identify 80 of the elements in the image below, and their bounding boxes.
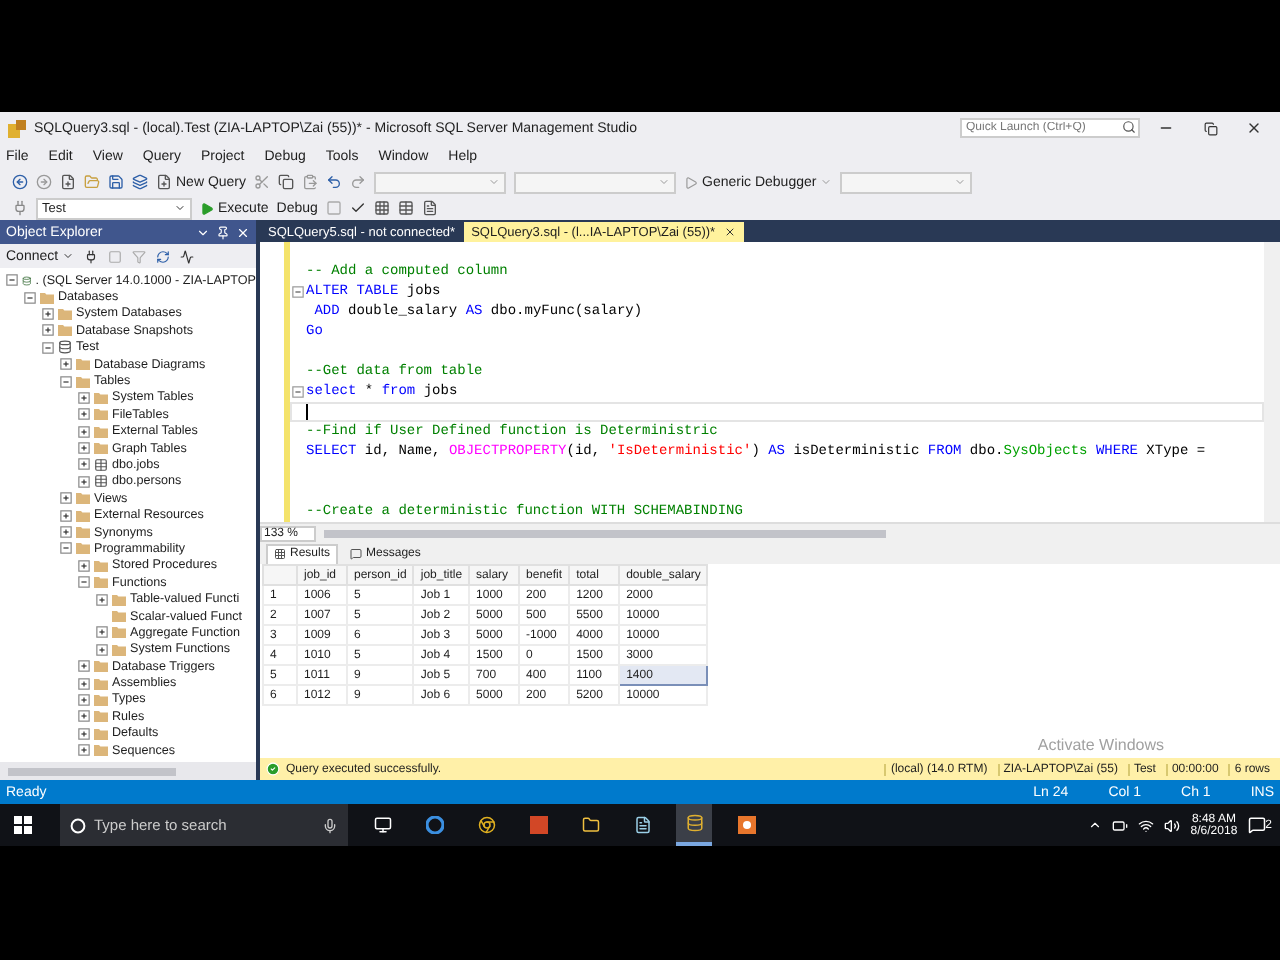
plug-icon[interactable] (84, 249, 99, 263)
expand-icon[interactable] (78, 559, 90, 572)
close-icon[interactable] (1246, 120, 1262, 136)
collapse-icon[interactable] (6, 274, 18, 287)
recorder-icon (737, 816, 755, 834)
activation-notice: Activate Windows (1037, 736, 1164, 754)
grid-icon[interactable] (274, 548, 286, 560)
collapse-icon[interactable] (42, 341, 54, 354)
success-icon (266, 762, 280, 776)
expand-icon[interactable] (78, 710, 90, 723)
message-icon[interactable] (350, 548, 363, 560)
caret-icon[interactable] (62, 250, 75, 262)
save-all-icon[interactable] (132, 174, 148, 190)
app-icon (8, 119, 26, 137)
expand-icon[interactable] (42, 307, 54, 320)
expand-icon[interactable] (78, 408, 90, 421)
expand-icon[interactable] (78, 693, 90, 706)
search-icon[interactable] (1122, 120, 1136, 134)
connect-icon[interactable] (12, 200, 28, 216)
expand-icon[interactable] (42, 324, 54, 337)
scrollbar[interactable] (0, 762, 256, 780)
chrome-icon[interactable] (477, 816, 495, 834)
server-icon (22, 273, 32, 288)
collapse-icon[interactable] (60, 375, 72, 388)
expand-icon[interactable] (78, 660, 90, 673)
document-icon[interactable] (633, 816, 651, 834)
expand-icon[interactable] (78, 425, 90, 438)
new-file-icon[interactable] (60, 174, 76, 190)
expand-icon[interactable] (78, 475, 90, 488)
database-icon[interactable] (685, 814, 703, 832)
battery-icon[interactable] (1112, 817, 1129, 833)
chevron-up-icon[interactable] (1088, 818, 1103, 832)
collapse-icon[interactable] (78, 576, 90, 589)
caret-icon[interactable] (174, 202, 186, 214)
scrollbar[interactable] (324, 529, 885, 537)
monitor-icon[interactable] (373, 816, 391, 834)
ring-icon (425, 816, 443, 834)
expand-icon[interactable] (60, 509, 72, 522)
wifi-icon[interactable] (1138, 817, 1155, 833)
save-icon[interactable] (108, 174, 124, 190)
folder-icon[interactable] (581, 816, 599, 834)
expand-icon[interactable] (78, 727, 90, 740)
database-icon (58, 340, 72, 355)
expand-icon[interactable] (60, 358, 72, 371)
refresh-icon[interactable] (156, 249, 171, 263)
expand-icon[interactable] (96, 593, 108, 606)
check-icon[interactable] (349, 200, 366, 216)
scrollbar[interactable] (1264, 242, 1280, 522)
expand-icon[interactable] (96, 626, 108, 639)
circle-icon (70, 817, 86, 833)
collapse-icon[interactable] (24, 291, 36, 304)
expand-icon[interactable] (78, 442, 90, 455)
expand-icon[interactable] (60, 526, 72, 539)
expand-icon[interactable] (78, 677, 90, 690)
collapse-icon[interactable] (292, 386, 304, 398)
microphone-icon[interactable] (322, 817, 338, 833)
text-file-icon[interactable] (421, 200, 438, 216)
collapse-icon[interactable] (292, 286, 304, 298)
expand-icon[interactable] (78, 458, 90, 471)
windows-logo (13, 816, 31, 834)
restore-icon[interactable] (1203, 121, 1217, 135)
new-file-icon[interactable] (156, 174, 172, 190)
play-icon[interactable] (200, 201, 214, 215)
expand-icon[interactable] (78, 391, 90, 404)
pin-icon[interactable] (216, 225, 230, 239)
volume-icon[interactable] (1164, 817, 1181, 833)
text-cursor (306, 404, 308, 420)
dropdown-icon[interactable] (196, 225, 210, 239)
undo-icon[interactable] (326, 174, 343, 190)
activity-icon[interactable] (180, 249, 195, 263)
copy-icon[interactable] (278, 174, 295, 190)
back-icon[interactable] (12, 174, 28, 190)
collapse-icon[interactable] (60, 542, 72, 555)
expand-icon[interactable] (96, 643, 108, 656)
presentation-icon (529, 816, 547, 834)
table-icon[interactable] (397, 200, 414, 216)
close-icon[interactable] (723, 226, 736, 238)
expand-icon[interactable] (60, 492, 72, 505)
grid-icon[interactable] (373, 200, 390, 216)
expand-icon[interactable] (78, 744, 90, 757)
